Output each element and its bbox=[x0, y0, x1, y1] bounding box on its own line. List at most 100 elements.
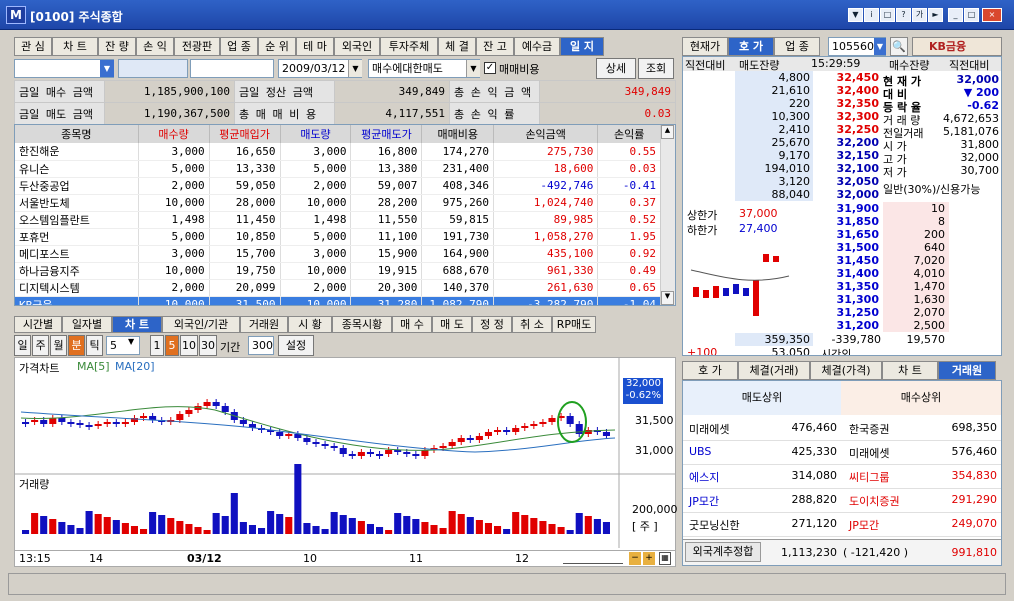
tab-0[interactable]: 관 심 bbox=[14, 37, 52, 56]
ask-quantity[interactable]: 194,010 bbox=[735, 162, 813, 175]
mode-select[interactable]: 매수에대한매도 bbox=[368, 59, 480, 78]
tab-9[interactable]: 투자주체 bbox=[380, 37, 438, 56]
ask-quantity[interactable]: 21,610 bbox=[735, 84, 813, 97]
minute-button[interactable]: 30 bbox=[199, 335, 217, 356]
language-icon[interactable]: 가 bbox=[912, 8, 927, 22]
bid-price[interactable]: 31,850 bbox=[815, 215, 881, 228]
tab-10[interactable]: 체 결 bbox=[438, 37, 476, 56]
tab-7[interactable]: 테 마 bbox=[296, 37, 334, 56]
tab-8[interactable]: 외국인 bbox=[334, 37, 380, 56]
tab-13[interactable]: 일 지 bbox=[560, 37, 604, 56]
bid-price[interactable]: 31,250 bbox=[815, 306, 881, 319]
maximize-button[interactable]: □ bbox=[964, 8, 979, 22]
tab-12[interactable]: 예수금 bbox=[514, 37, 560, 56]
search-icon[interactable]: 🔍 bbox=[890, 37, 908, 56]
column-header[interactable]: 매매비용 bbox=[421, 125, 495, 143]
chart-tab-10[interactable]: 취 소 bbox=[512, 316, 552, 333]
column-header[interactable]: 매도량 bbox=[280, 125, 352, 143]
tab-3[interactable]: 손 익 bbox=[136, 37, 174, 56]
help-icon[interactable]: ? bbox=[896, 8, 911, 22]
bid-price[interactable]: 31,200 bbox=[815, 319, 881, 332]
range-input[interactable]: 300 bbox=[248, 336, 274, 355]
tab-5[interactable]: 업 종 bbox=[220, 37, 258, 56]
bid-price[interactable]: 31,350 bbox=[815, 280, 881, 293]
chart-tab-5[interactable]: 시 황 bbox=[288, 316, 332, 333]
password-input[interactable] bbox=[190, 59, 274, 78]
fee-checkbox[interactable]: ✓ bbox=[484, 62, 496, 74]
chart-tab-6[interactable]: 종목시황 bbox=[332, 316, 392, 333]
ask-quantity[interactable]: 10,300 bbox=[735, 110, 813, 123]
chart-grid-icon[interactable]: ▦ bbox=[659, 552, 671, 565]
period-button[interactable]: 월 bbox=[50, 335, 67, 356]
table-row[interactable]: 오스템임플란트 1,498 11,450 1,498 11,550 59,815 89,98… bbox=[15, 211, 661, 229]
sell-broker[interactable]: 미래에셋 bbox=[689, 421, 729, 437]
ask-quantity[interactable]: 88,040 bbox=[735, 188, 813, 201]
buy-broker[interactable]: 도이치증권 bbox=[849, 493, 900, 509]
table-row[interactable]: 디지텍시스템 2,000 20,099 2,000 20,300 140,370 261,6… bbox=[15, 279, 661, 297]
close-button[interactable]: × bbox=[982, 8, 1002, 22]
buy-broker[interactable]: JP모간 bbox=[849, 517, 879, 533]
column-header[interactable]: 평균매입가 bbox=[209, 125, 281, 143]
ask-quantity[interactable]: 220 bbox=[735, 97, 813, 110]
bid-quantity[interactable]: 2,500 bbox=[883, 319, 949, 332]
period-button[interactable]: 일 bbox=[14, 335, 31, 356]
bid-price[interactable]: 31,400 bbox=[815, 267, 881, 280]
minute-button[interactable]: 5 bbox=[165, 335, 179, 356]
ask-price[interactable]: 32,150 bbox=[815, 149, 881, 162]
chart-tab-2[interactable]: 차 트 bbox=[112, 316, 162, 333]
code-dropdown-icon[interactable]: ▼ bbox=[874, 38, 886, 55]
ask-price[interactable]: 32,200 bbox=[815, 136, 881, 149]
bid-quantity[interactable]: 8 bbox=[883, 215, 949, 228]
bottom-tab-4[interactable]: 거래원 bbox=[938, 361, 996, 380]
bid-price[interactable]: 31,450 bbox=[815, 254, 881, 267]
bid-quantity[interactable]: 1,630 bbox=[883, 293, 949, 306]
sell-broker[interactable]: JP모간 bbox=[689, 493, 719, 509]
column-header[interactable]: 매수량 bbox=[138, 125, 210, 143]
bid-quantity[interactable]: 10 bbox=[883, 202, 949, 215]
sell-broker[interactable]: UBS bbox=[689, 445, 711, 458]
buy-broker[interactable]: 씨티그룹 bbox=[849, 469, 889, 485]
ask-quantity[interactable]: 2,410 bbox=[735, 123, 813, 136]
dropdown-icon[interactable]: ▼ bbox=[848, 8, 863, 22]
bottom-tab-2[interactable]: 체결(가격) bbox=[810, 361, 882, 380]
tab-6[interactable]: 순 위 bbox=[258, 37, 296, 56]
ask-price[interactable]: 32,300 bbox=[815, 110, 881, 123]
chart-tab-7[interactable]: 매 수 bbox=[392, 316, 432, 333]
ask-quantity[interactable]: 9,170 bbox=[735, 149, 813, 162]
ask-price[interactable]: 32,100 bbox=[815, 162, 881, 175]
table-row[interactable]: 메디포스트 3,000 15,700 3,000 15,900 164,900 435,10… bbox=[15, 245, 661, 263]
zoom-slider[interactable] bbox=[563, 554, 623, 564]
ask-quantity[interactable]: 3,120 bbox=[735, 175, 813, 188]
minimize-button[interactable]: _ bbox=[948, 8, 963, 22]
ask-price[interactable]: 32,000 bbox=[815, 188, 881, 201]
ask-price[interactable]: 32,400 bbox=[815, 84, 881, 97]
account-input[interactable] bbox=[14, 59, 114, 78]
journal-scrollbar[interactable]: ▲ ▼ bbox=[660, 125, 675, 305]
chart-tab-4[interactable]: 거래원 bbox=[240, 316, 288, 333]
bid-quantity[interactable]: 1,470 bbox=[883, 280, 949, 293]
chart-tab-1[interactable]: 일자별 bbox=[62, 316, 112, 333]
calendar-dropdown-icon[interactable]: ▼ bbox=[348, 60, 362, 77]
table-row[interactable]: 하나금융지주 10,000 19,750 10,000 19,915 688,670 961… bbox=[15, 262, 661, 280]
period-button[interactable]: 틱 bbox=[86, 335, 103, 356]
tab-1[interactable]: 차 트 bbox=[52, 37, 98, 56]
detail-button[interactable]: 상세 bbox=[596, 58, 636, 79]
account-name-input[interactable] bbox=[118, 59, 188, 78]
bid-quantity[interactable]: 640 bbox=[883, 241, 949, 254]
chart-tab-11[interactable]: RP매도 bbox=[552, 316, 596, 333]
query-button[interactable]: 조회 bbox=[638, 58, 674, 79]
minute-button[interactable]: 1 bbox=[150, 335, 164, 356]
mode-dropdown-icon[interactable]: ▼ bbox=[466, 60, 480, 77]
bid-price[interactable]: 31,900 bbox=[815, 202, 881, 215]
tab-2[interactable]: 잔 량 bbox=[98, 37, 136, 56]
period-button[interactable]: 분 bbox=[68, 335, 85, 356]
zoom-out-icon[interactable]: − bbox=[629, 552, 641, 565]
ask-price[interactable]: 32,250 bbox=[815, 123, 881, 136]
period-button[interactable]: 주 bbox=[32, 335, 49, 356]
column-header[interactable]: 종목명 bbox=[15, 125, 139, 143]
bid-quantity[interactable]: 7,020 bbox=[883, 254, 949, 267]
bid-price[interactable]: 31,500 bbox=[815, 241, 881, 254]
chart-tab-3[interactable]: 외국인/기관 bbox=[162, 316, 240, 333]
bid-quantity[interactable]: 4,010 bbox=[883, 267, 949, 280]
table-row[interactable]: 포휴먼 5,000 10,850 5,000 11,100 191,730 1,058,27… bbox=[15, 228, 661, 246]
